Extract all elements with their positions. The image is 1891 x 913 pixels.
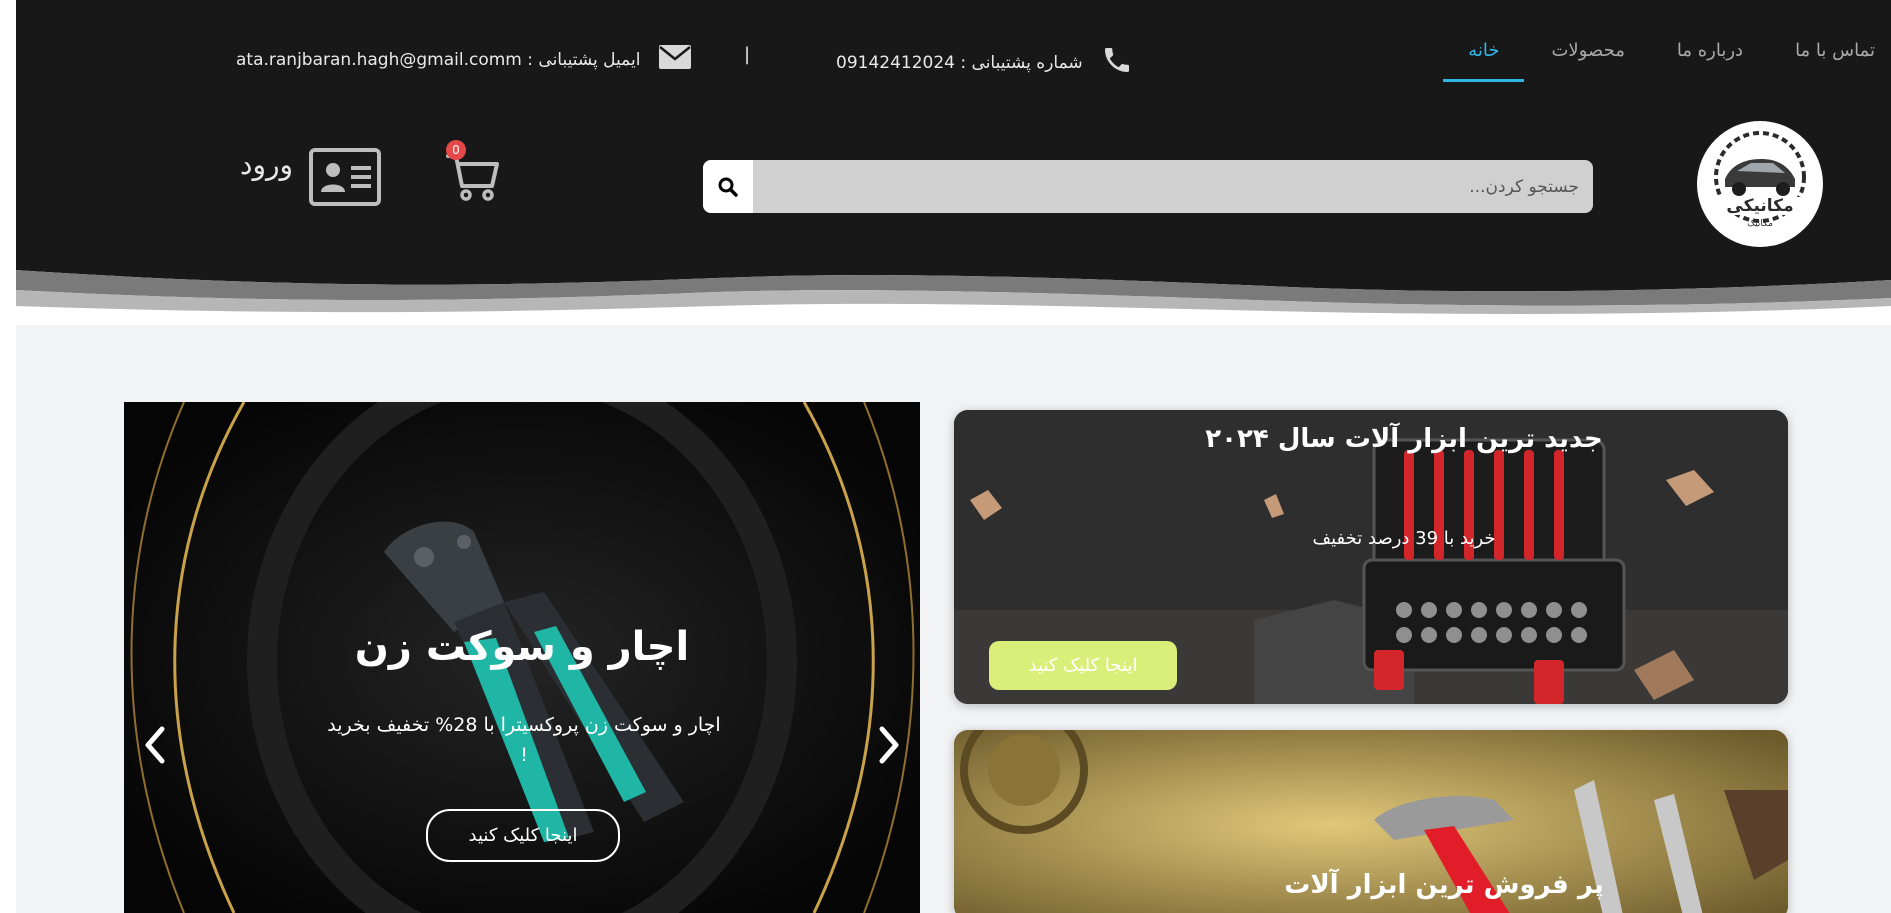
- support-email: ایمیل پشتیبانی : ata.ranjbaran.hagh@gmai…: [236, 44, 692, 75]
- login-button[interactable]: ورود: [240, 148, 382, 206]
- nav-home[interactable]: خانه: [1443, 40, 1525, 82]
- promo-2-title: پر فروش ترین ابزار آلات: [1284, 870, 1604, 900]
- envelope-icon: [658, 44, 692, 75]
- top-bar: خانه محصولات درباره ما تماس با ما شماره …: [16, 0, 1891, 110]
- search-input[interactable]: [753, 160, 1593, 213]
- hero-slider: اچار و سوکت زن اچار و سوکت زن پروکسیترا …: [124, 402, 920, 913]
- promo-1-cta-button[interactable]: اینجا کلیک کنید: [989, 641, 1177, 690]
- nav-about[interactable]: درباره ما: [1677, 40, 1743, 82]
- promo-card-new-tools[interactable]: جدید ترین ابزار آلات سال ۲۰۲۴ خرید با 39…: [954, 410, 1788, 704]
- nav-contact[interactable]: تماس با ما: [1795, 40, 1875, 82]
- cart-button[interactable]: 0: [444, 140, 500, 206]
- slider-next-arrow[interactable]: [872, 720, 908, 770]
- search-icon: [718, 177, 738, 197]
- slide-title: اچار و سوکت زن: [354, 624, 690, 670]
- main-nav: خانه محصولات درباره ما تماس با ما: [1443, 40, 1875, 82]
- slide-cta-button[interactable]: اینجا کلیک کنید: [426, 809, 620, 862]
- id-card-icon: [309, 148, 382, 206]
- contact-divider: |: [744, 44, 751, 65]
- phone-icon: [1101, 44, 1133, 81]
- nav-products[interactable]: محصولات: [1551, 40, 1624, 82]
- page: خانه محصولات درباره ما تماس با ما شماره …: [0, 0, 1891, 913]
- promo-1-subtitle: خرید با 39 درصد تخفیف: [1312, 528, 1496, 549]
- promo-1-title: جدید ترین ابزار آلات سال ۲۰۲۴: [1205, 424, 1603, 454]
- logo-subtext: مکانیک: [1747, 219, 1773, 229]
- email-label: ایمیل پشتیبانی : ata.ranjbaran.hagh@gmai…: [236, 49, 641, 70]
- logo-text: مکانیکی: [1726, 196, 1793, 216]
- slider-prev-arrow[interactable]: [136, 720, 172, 770]
- header-wave: [16, 250, 1891, 325]
- login-label: ورود: [240, 148, 294, 181]
- search-bar: [703, 160, 1593, 213]
- chevron-right-icon: [879, 726, 899, 764]
- cart-count-badge: 0: [446, 140, 466, 160]
- chevron-left-icon: [145, 726, 165, 764]
- site-logo[interactable]: مکانیکی مکانیک: [1697, 121, 1823, 247]
- phone-label: شماره پشتیبانی : 09142412024: [836, 52, 1083, 73]
- slide-subtitle: اچار و سوکت زن پروکسیترا با 28% تخفیف بخ…: [327, 714, 721, 766]
- support-phone: شماره پشتیبانی : 09142412024: [836, 44, 1133, 81]
- search-button[interactable]: [703, 160, 753, 213]
- promo-card-bestsellers[interactable]: پر فروش ترین ابزار آلات: [954, 730, 1788, 913]
